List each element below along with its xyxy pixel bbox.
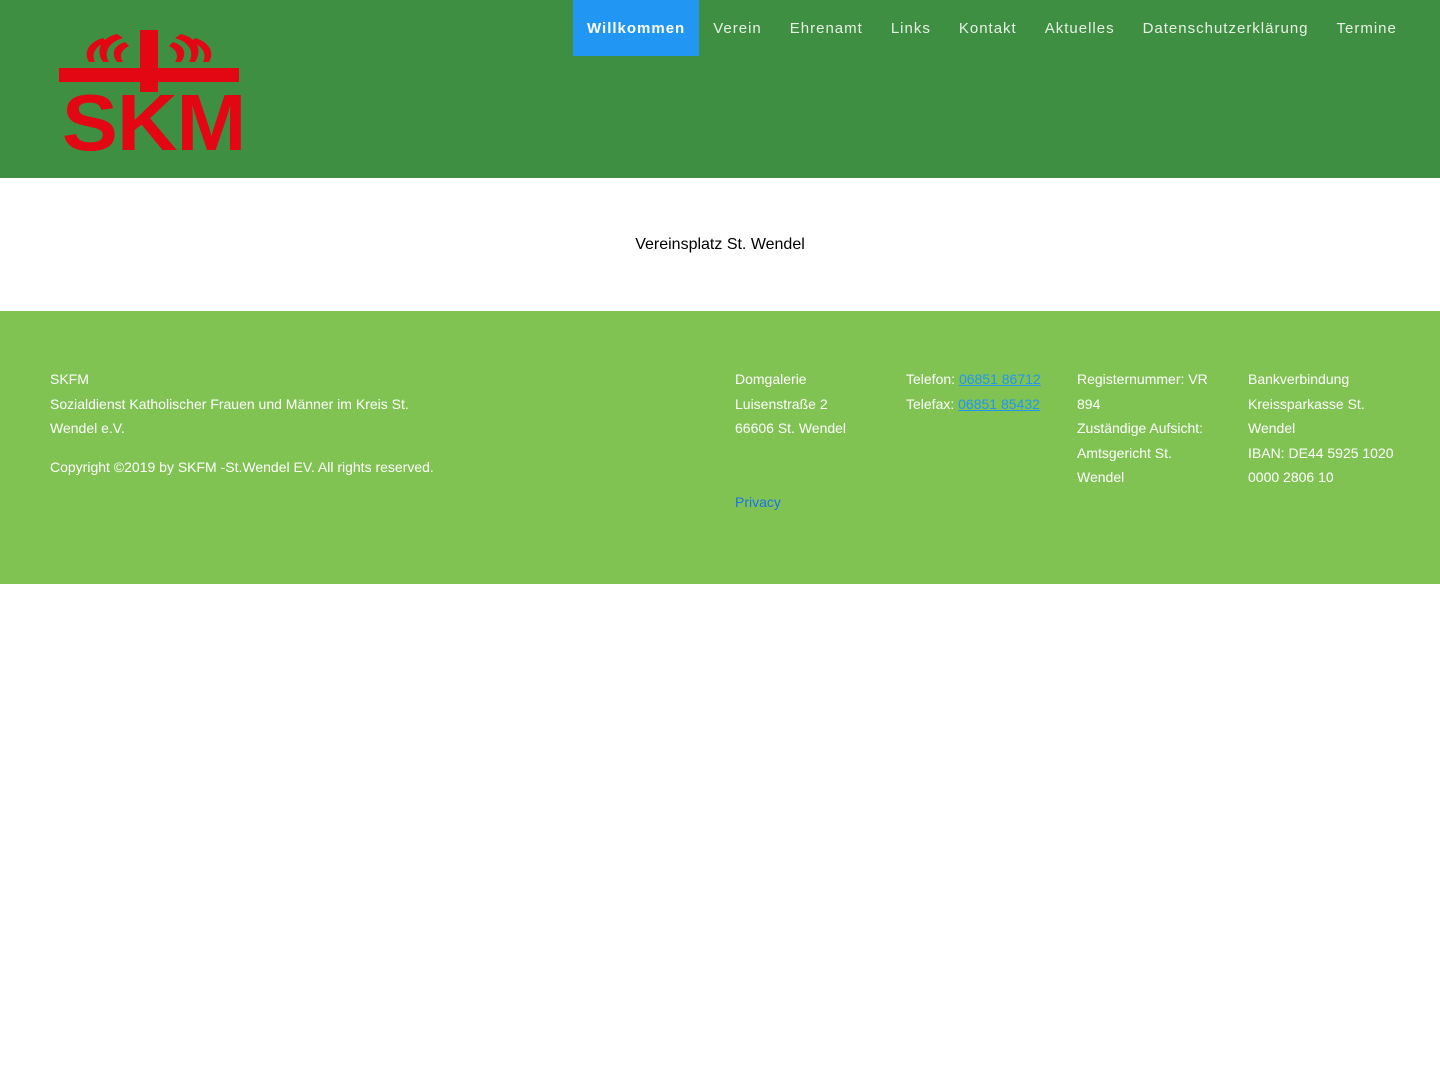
nav-item-termine[interactable]: Termine xyxy=(1323,0,1411,56)
bank-iban: IBAN: DE44 5925 1020 0000 2806 10 xyxy=(1248,444,1394,486)
bank-heading: Bankverbindung xyxy=(1248,371,1350,387)
address-line-3: 66606 St. Wendel xyxy=(735,420,847,436)
logo-text: SKM xyxy=(61,78,247,167)
page-title: Vereinsplatz St. Wendel xyxy=(635,236,805,253)
footer-bank: Bankverbindung Kreissparkasse St. Wendel… xyxy=(1248,367,1398,490)
register-number: Registernummer: VR 894 xyxy=(1077,371,1208,412)
fax-label: Telefax: xyxy=(906,395,959,412)
main-content: Vereinsplatz St. Wendel xyxy=(0,178,1440,311)
fax-line: Telefax: 06851 85432 xyxy=(906,392,1066,417)
site-footer: SKFM Sozialdienst Katholischer Frauen un… xyxy=(0,311,1440,584)
nav-item-verein[interactable]: Verein xyxy=(699,0,776,56)
nav-item-datenschutz[interactable]: Datenschutzerklärung xyxy=(1129,0,1323,56)
address-line-2: Luisenstraße 2 xyxy=(735,395,828,412)
nav-item-links[interactable]: Links xyxy=(877,0,945,56)
footer-phone: Telefon: 06851 86712 Telefax: 06851 8543… xyxy=(906,367,1066,416)
nav-item-aktuelles[interactable]: Aktuelles xyxy=(1031,0,1129,56)
footer-organization: SKFM Sozialdienst Katholischer Frauen un… xyxy=(50,367,410,441)
org-description: Sozialdienst Katholischer Frauen und Män… xyxy=(50,395,409,437)
phone-link[interactable]: 06851 86712 xyxy=(959,371,1041,387)
footer-address: Domgalerie Luisenstraße 2 66606 St. Wend… xyxy=(735,367,885,441)
nav-item-kontakt[interactable]: Kontakt xyxy=(945,0,1031,56)
skm-logo[interactable]: SKM xyxy=(57,28,246,163)
main-navigation: Willkommen Verein Ehrenamt Links Kontakt… xyxy=(573,0,1411,56)
nav-item-ehrenamt[interactable]: Ehrenamt xyxy=(776,0,877,56)
site-header: SKM Willkommen Verein Ehrenamt Links Kon… xyxy=(0,0,1440,178)
bank-name: Kreissparkasse St. Wendel xyxy=(1248,395,1365,437)
org-name: SKFM xyxy=(50,371,89,387)
privacy-link[interactable]: Privacy xyxy=(735,490,781,515)
address-line-1: Domgalerie xyxy=(735,371,807,387)
phone-line: Telefon: 06851 86712 xyxy=(906,367,1066,392)
copyright-text: Copyright ©2019 by SKFM -St.Wendel EV. A… xyxy=(50,459,434,475)
nav-item-willkommen[interactable]: Willkommen xyxy=(573,0,700,56)
phone-label: Telefon: xyxy=(906,371,959,387)
footer-register: Registernummer: VR 894 Zuständige Aufsic… xyxy=(1077,367,1217,490)
supervisory-authority: Zuständige Aufsicht: Amtsgericht St. Wen… xyxy=(1077,420,1204,485)
fax-link[interactable]: 06851 85432 xyxy=(958,396,1040,412)
